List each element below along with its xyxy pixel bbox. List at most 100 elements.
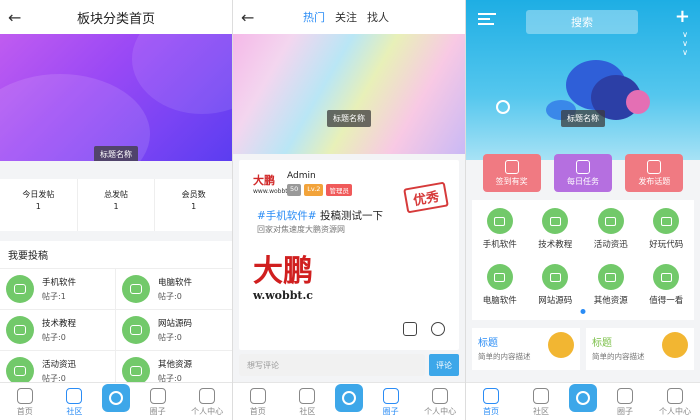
board-item[interactable]: 手机软件 帖子:1 bbox=[0, 268, 116, 309]
board-item[interactable]: 技术教程 帖子:0 bbox=[0, 309, 116, 350]
compose-icon bbox=[341, 391, 356, 405]
category-grid: 手机软件 技术教程 活动资迅 好玩代码 电脑软件 网站源码 其他资源 值得一看 bbox=[472, 200, 694, 320]
board-icon bbox=[6, 275, 34, 303]
center-action-button[interactable] bbox=[101, 384, 130, 412]
category-item[interactable]: 电脑软件 bbox=[472, 264, 528, 318]
banner[interactable]: 标题名称 bbox=[0, 34, 232, 161]
comment-icon[interactable] bbox=[431, 322, 445, 336]
quick-actions: 签到有奖 每日任务 发布话题 bbox=[466, 154, 700, 192]
nav-community[interactable]: 社区 bbox=[519, 388, 563, 417]
pager-dot[interactable] bbox=[580, 309, 586, 314]
stats-bar: 今日发帖 1 总发帖 1 会员数 1 bbox=[0, 179, 232, 231]
category-item[interactable]: 技术教程 bbox=[528, 208, 584, 262]
banner-label: 标题名称 bbox=[561, 110, 605, 127]
nav-circle[interactable]: 圈子 bbox=[136, 388, 180, 417]
stat-today: 今日发帖 1 bbox=[0, 179, 78, 231]
post-actions bbox=[403, 322, 445, 336]
center-action-button[interactable] bbox=[334, 384, 363, 412]
board-item[interactable]: 网站源码 帖子:0 bbox=[116, 309, 232, 350]
nav-community[interactable]: 社区 bbox=[52, 388, 96, 417]
category-item[interactable]: 活动资迅 bbox=[583, 208, 639, 262]
nav-profile[interactable]: 个人中心 bbox=[653, 388, 697, 417]
center-action-button[interactable] bbox=[569, 384, 597, 412]
back-arrow-icon[interactable]: ← bbox=[241, 8, 261, 27]
avatar[interactable]: 大鹏 www.wobbt bbox=[253, 172, 288, 195]
post-title[interactable]: #手机软件# 投稿测试一下 bbox=[257, 208, 383, 223]
category-icon bbox=[542, 264, 569, 290]
stat-members: 会员数 1 bbox=[181, 190, 206, 211]
bottom-nav: 首页 社区 圈子 个人中心 bbox=[0, 382, 232, 420]
checkin-button[interactable]: 签到有奖 bbox=[482, 154, 541, 192]
tab-follow[interactable]: 关注 bbox=[335, 9, 357, 25]
category-icon bbox=[486, 208, 513, 234]
nav-home[interactable]: 首页 bbox=[236, 388, 280, 417]
promo-card[interactable]: 标题 简单的内容描述 bbox=[472, 328, 580, 370]
post-image[interactable]: 大鹏 w.wobbt.c bbox=[253, 255, 373, 315]
tab-find[interactable]: 找人 bbox=[367, 9, 389, 25]
comment-button[interactable]: 评论 bbox=[429, 354, 459, 376]
bottom-nav: 首页 社区 圈子 个人中心 bbox=[233, 382, 465, 420]
daily-task-button[interactable]: 每日任务 bbox=[553, 154, 612, 192]
send-icon bbox=[647, 159, 662, 174]
banner-label: 标题名称 bbox=[94, 146, 138, 161]
menu-icon[interactable] bbox=[478, 13, 496, 25]
heart-icon bbox=[667, 388, 683, 404]
circle-icon bbox=[382, 388, 399, 404]
top-bar: ← 热门 关注 找人 bbox=[233, 0, 465, 34]
board-icon bbox=[122, 357, 150, 385]
nav-circle[interactable]: 圈子 bbox=[369, 388, 413, 417]
board-icon bbox=[6, 357, 34, 385]
post-subtitle: 回家对焦速度大鹏资源网 bbox=[257, 225, 345, 234]
category-item[interactable]: 其他资源 bbox=[583, 264, 639, 318]
admin-badge: 管理员 bbox=[326, 184, 352, 196]
nav-home[interactable]: 首页 bbox=[469, 388, 513, 417]
category-icon bbox=[542, 208, 569, 234]
category-icon bbox=[486, 264, 513, 290]
nav-home[interactable]: 首页 bbox=[3, 388, 47, 417]
nav-circle[interactable]: 圈子 bbox=[603, 388, 647, 417]
community-icon bbox=[533, 388, 549, 404]
tab-hot[interactable]: 热门 bbox=[303, 9, 325, 25]
promo-card[interactable]: 标题 简单的内容描述 bbox=[586, 328, 694, 370]
plus-icon[interactable]: + bbox=[675, 6, 690, 27]
hero-banner[interactable]: 搜索 + ∨ ∨ ∨ 标题名称 bbox=[466, 0, 700, 160]
comment-bar: 想写评论 评论 bbox=[239, 352, 459, 378]
promo-row: 标题 简单的内容描述 标题 简单的内容描述 bbox=[472, 328, 694, 370]
phone-board-category: ← 板块分类首页 标题名称 今日发帖 1 总发帖 1 会员数 1 我要投稿 手机软件帖… bbox=[0, 0, 233, 420]
level-badge: 50 bbox=[287, 184, 302, 196]
board-icon bbox=[6, 316, 34, 344]
nav-profile[interactable]: 个人中心 bbox=[185, 388, 229, 417]
calendar-icon bbox=[504, 159, 519, 174]
compose-icon bbox=[576, 391, 590, 405]
heart-icon bbox=[432, 388, 449, 404]
search-input[interactable]: 搜索 bbox=[526, 10, 638, 34]
category-item[interactable]: 网站源码 bbox=[528, 264, 584, 318]
clipboard-icon bbox=[575, 159, 590, 174]
heart-icon bbox=[199, 388, 216, 404]
nav-profile[interactable]: 个人中心 bbox=[418, 388, 462, 417]
category-item[interactable]: 手机软件 bbox=[472, 208, 528, 262]
chevron-down-icon[interactable]: ∨ ∨ ∨ bbox=[682, 30, 688, 57]
compose-icon bbox=[108, 391, 123, 405]
nav-community[interactable]: 社区 bbox=[285, 388, 329, 417]
phone-home: 搜索 + ∨ ∨ ∨ 标题名称 签到有奖 每日任务 发布话题 手机软件 技术教程 活… bbox=[466, 0, 700, 420]
home-icon bbox=[249, 388, 266, 404]
like-icon[interactable] bbox=[403, 322, 417, 336]
circle-icon bbox=[149, 388, 166, 404]
circle-icon bbox=[617, 388, 633, 404]
comment-input[interactable]: 想写评论 bbox=[239, 354, 425, 376]
publish-topic-button[interactable]: 发布话题 bbox=[625, 154, 684, 192]
bottom-nav: 首页 社区 圈子 个人中心 bbox=[466, 382, 700, 420]
community-icon bbox=[299, 388, 316, 404]
board-item[interactable]: 电脑软件 帖子:0 bbox=[116, 268, 232, 309]
banner[interactable]: 标题名称 bbox=[233, 34, 465, 154]
category-icon bbox=[597, 264, 624, 290]
post-card[interactable]: 大鹏 www.wobbt Admin 50 Lv.2 管理员 优秀 #手机软件# … bbox=[239, 160, 459, 350]
category-item[interactable]: 好玩代码 bbox=[639, 208, 695, 262]
home-icon bbox=[483, 388, 499, 404]
home-icon bbox=[16, 388, 33, 404]
username[interactable]: Admin bbox=[287, 171, 316, 181]
user-badges: 50 Lv.2 管理员 bbox=[287, 184, 352, 196]
category-item[interactable]: 值得一看 bbox=[639, 264, 695, 318]
category-icon bbox=[653, 264, 680, 290]
